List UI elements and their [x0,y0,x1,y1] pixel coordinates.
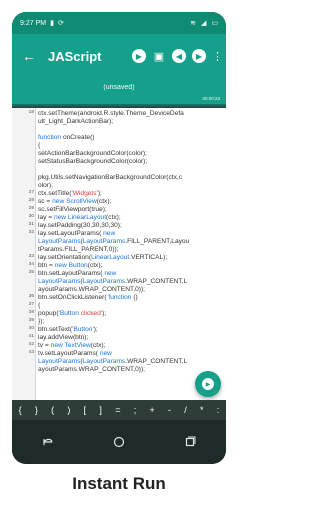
code-line[interactable]: sc = new ScrollView(ctx); [38,198,111,206]
more-icon[interactable]: ⋮ [212,50,223,63]
code-line[interactable]: pkg.Utils.setNavigationBarBackgroundColo… [38,174,182,182]
line-number-gutter: 18 27 28 29 30 31 32 33 34 35 36 37 38 39 40 41 42 43 [12,108,36,400]
line-number: 43 [28,350,34,355]
run-timer: 00:00:23 [202,96,220,101]
status-time: 9:27 PM [20,19,47,27]
symbol-key[interactable]: ; [134,405,137,415]
symbol-key[interactable]: { [19,405,22,415]
line-number: 40 [28,326,34,331]
code-line[interactable]: lay = new LinearLayout(ctx); [38,214,121,222]
line-number: 42 [28,342,34,347]
code-line[interactable]: lay.setPadding(30,30,30,30); [38,222,122,230]
code-editor[interactable]: 18 27 28 29 30 31 32 33 34 35 36 37 38 39 40 41 42 43 ctx… [12,108,226,400]
symbol-bar: {} () [] =; + - / *: [12,400,226,420]
code-line[interactable]: lay.setLayoutParams( new [38,230,115,238]
code-line[interactable]: lay.setOrientation(LinearLayout.VERTICAL… [38,254,167,262]
line-number: 39 [28,318,34,323]
code-line[interactable]: LayoutParams(LayoutParams.FILL_PARENT,La… [38,238,189,246]
code-line[interactable]: popup('Button clicked'); [38,310,106,318]
home-icon[interactable] [107,430,131,454]
battery-icon: ▭ [211,20,218,27]
code-line[interactable]: { [38,142,40,150]
code-line[interactable]: ctx.setTitle('Widgets'); [38,190,102,198]
code-line[interactable]: ayoutParams.WRAP_CONTENT,0)); [38,286,145,294]
play-icon: ▶ [202,378,214,390]
symbol-key[interactable]: } [35,405,38,415]
undo-icon[interactable]: ◀ [172,49,186,63]
code-line[interactable]: sc.setFillViewport(true); [38,206,107,214]
file-status: (unsaved) [103,84,135,91]
code-line[interactable]: LayoutParams(LayoutParams.WRAP_CONTENT,L [38,358,187,366]
code-area[interactable]: ctx.setTheme(android.R.style.Theme_Devic… [38,108,226,400]
save-icon[interactable]: ▣ [152,49,166,63]
code-line[interactable]: { [38,302,40,310]
code-line[interactable]: ayoutParams.WRAP_CONTENT,0)); [38,366,145,374]
run-button[interactable]: ▶ [195,371,221,397]
symbol-key[interactable]: * [200,405,204,415]
sim-icon: ▮ [50,20,54,27]
symbol-key[interactable]: ( [51,405,54,415]
symbol-key[interactable]: = [115,405,120,415]
back-icon[interactable] [36,430,60,454]
line-number: 32 [28,230,34,235]
symbol-key[interactable]: ) [67,405,70,415]
code-line[interactable]: }); [38,318,44,326]
status-bar: 9:27 PM ▮ ⟳ ≋ ◢ ▭ [12,12,226,34]
symbol-key[interactable]: / [184,405,187,415]
line-number: 38 [28,310,34,315]
phone-screen: 9:27 PM ▮ ⟳ ≋ ◢ ▭ ← JAScript ▶ ▣ ◀ ▶ ⋮ (… [12,12,226,464]
symbol-key[interactable]: - [168,405,171,415]
line-number: 30 [28,214,34,219]
app-toolbar: ← JAScript ▶ ▣ ◀ ▶ ⋮ (unsaved) 00:00:23 [12,34,226,104]
code-line[interactable]: olor); [38,182,53,190]
recents-icon[interactable] [178,430,202,454]
code-line[interactable]: function onCreate() [38,134,94,142]
symbol-key[interactable]: [ [84,405,87,415]
code-line[interactable]: btn.setText('Button'); [38,326,98,334]
symbol-key[interactable]: + [149,405,154,415]
redo-icon[interactable]: ▶ [192,49,206,63]
feature-caption: Instant Run [72,474,166,493]
code-line[interactable]: lay.addView(btn); [38,334,88,342]
line-number: 37 [28,302,34,307]
wifi-icon: ≋ [190,20,196,27]
play-icon[interactable]: ▶ [132,49,146,63]
code-line[interactable]: btn = new Button(ctx); [38,262,102,270]
line-number: 31 [28,222,34,227]
line-number: 36 [28,294,34,299]
line-number: 27 [28,190,34,195]
line-number: 29 [28,206,34,211]
refresh-icon: ⟳ [57,20,64,27]
promo-frame: 9:27 PM ▮ ⟳ ≋ ◢ ▭ ← JAScript ▶ ▣ ◀ ▶ ⋮ (… [0,0,238,512]
code-line[interactable]: tv = new TextView(ctx); [38,342,105,350]
system-nav-bar [12,420,226,464]
code-line[interactable]: setActionBarBackgroundColor(color); [38,150,147,158]
line-number: 35 [28,270,34,275]
code-line[interactable]: btn.setOnClickListener( function () [38,294,138,302]
code-line[interactable]: setStatusBarBackgroundColor(color); [38,158,147,166]
line-number: 41 [28,334,34,339]
app-title: JAScript [48,48,102,64]
symbol-key[interactable]: ] [99,405,102,415]
code-line[interactable]: btn.setLayoutParams( new [38,270,116,278]
symbol-key[interactable]: : [217,405,220,415]
code-line[interactable]: ult_Light_DarkActionBar); [38,118,113,126]
back-arrow-icon[interactable]: ← [20,47,38,65]
code-line[interactable]: ctx.setTheme(android.R.style.Theme_Devic… [38,110,184,118]
line-number: 33 [28,254,34,259]
code-line[interactable]: tv.setLayoutParams( new [38,350,112,358]
line-number: 28 [28,198,34,203]
code-line[interactable]: tParams.FILL_PARENT,0)); [38,246,119,254]
line-number: 18 [28,110,34,115]
line-number: 34 [28,262,34,267]
signal-icon: ◢ [200,20,207,27]
code-line[interactable]: LayoutParams(LayoutParams.WRAP_CONTENT,L [38,278,187,286]
